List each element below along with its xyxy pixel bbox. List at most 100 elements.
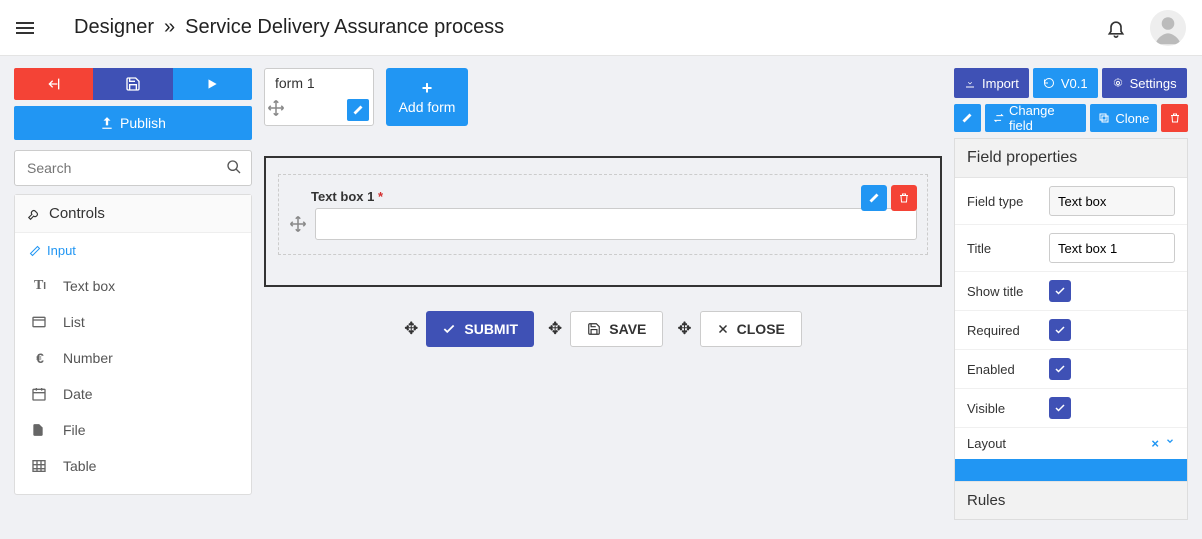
move-icon[interactable]: ✥ xyxy=(548,319,562,339)
show-title-checkbox[interactable] xyxy=(1049,280,1071,302)
publish-label: Publish xyxy=(120,115,166,131)
calendar-icon xyxy=(31,386,49,402)
enabled-checkbox[interactable] xyxy=(1049,358,1071,380)
edit-icon xyxy=(29,245,41,257)
required-checkbox[interactable] xyxy=(1049,319,1071,341)
breadcrumb-current: Service Delivery Assurance process xyxy=(185,16,504,39)
search-input[interactable] xyxy=(14,150,252,186)
trash-icon xyxy=(1169,112,1181,124)
edit-form-button[interactable] xyxy=(347,99,369,121)
move-icon[interactable]: ✥ xyxy=(677,319,691,339)
prop-layout: Layout × xyxy=(955,428,1187,459)
file-icon xyxy=(31,422,49,438)
prop-label: Title xyxy=(967,241,1039,256)
prop-required: Required xyxy=(955,311,1187,350)
layout-clear-icon[interactable]: × xyxy=(1151,436,1159,451)
text-box-input[interactable] xyxy=(315,208,917,240)
euro-icon: € xyxy=(31,350,49,366)
clone-button[interactable]: Clone xyxy=(1090,104,1157,132)
title-input[interactable] xyxy=(1049,233,1175,263)
field-label: Text box 1 * xyxy=(311,189,917,204)
field-properties-panel: Field properties Field type Title Show t… xyxy=(954,138,1188,520)
breadcrumb-sep: » xyxy=(164,16,175,39)
prop-label: Layout xyxy=(967,436,1039,451)
logout-button[interactable] xyxy=(14,68,93,100)
form-canvas: Text box 1 * xyxy=(264,156,942,287)
gear-icon xyxy=(1112,77,1124,89)
control-file[interactable]: File xyxy=(29,412,237,448)
avatar[interactable] xyxy=(1150,10,1186,46)
form-tab-label: form 1 xyxy=(265,69,325,97)
delete-button[interactable] xyxy=(1161,104,1188,132)
submit-button[interactable]: SUBMIT xyxy=(426,311,534,347)
rules-title[interactable]: Rules xyxy=(955,481,1187,519)
visible-checkbox[interactable] xyxy=(1049,397,1071,419)
submit-label: SUBMIT xyxy=(464,321,518,337)
input-section[interactable]: Input xyxy=(29,243,237,258)
breadcrumb: Designer » Service Delivery Assurance pr… xyxy=(74,16,504,39)
move-icon[interactable]: ✥ xyxy=(404,319,418,339)
clone-label: Clone xyxy=(1115,111,1149,126)
swap-icon xyxy=(993,112,1004,124)
form-buttons: ✥ SUBMIT ✥ SAVE ✥ CLOSE xyxy=(264,311,942,347)
control-number[interactable]: € Number xyxy=(29,340,237,376)
prop-label: Required xyxy=(967,323,1039,338)
add-form-button[interactable]: + Add form xyxy=(386,68,468,126)
prop-title: Title xyxy=(955,225,1187,272)
controls-header[interactable]: Controls xyxy=(15,195,251,233)
control-label: File xyxy=(63,422,86,438)
play-button[interactable] xyxy=(173,68,252,100)
version-button[interactable]: V0.1 xyxy=(1033,68,1098,98)
control-date[interactable]: Date xyxy=(29,376,237,412)
history-icon xyxy=(1043,77,1055,89)
table-icon xyxy=(31,458,49,474)
plus-icon: + xyxy=(422,79,433,97)
close-button[interactable]: CLOSE xyxy=(700,311,802,347)
field-type-value xyxy=(1049,186,1175,216)
input-section-label: Input xyxy=(47,243,76,258)
control-label: List xyxy=(63,314,85,330)
add-form-label: Add form xyxy=(399,99,456,115)
control-label: Text box xyxy=(63,278,115,294)
save-label: SAVE xyxy=(609,321,646,337)
settings-label: Settings xyxy=(1130,76,1177,91)
form-save-button[interactable]: SAVE xyxy=(570,311,663,347)
edit-properties-button[interactable] xyxy=(954,104,981,132)
list-icon xyxy=(31,314,49,330)
copy-icon xyxy=(1098,112,1110,124)
search-icon[interactable] xyxy=(226,159,242,175)
import-button[interactable]: Import xyxy=(954,68,1029,98)
search-wrap xyxy=(14,150,252,186)
field-container[interactable]: Text box 1 * xyxy=(278,174,928,255)
control-list[interactable]: List xyxy=(29,304,237,340)
breadcrumb-root[interactable]: Designer xyxy=(74,16,154,39)
prop-label: Show title xyxy=(967,284,1039,299)
controls-title: Controls xyxy=(49,205,105,222)
move-icon[interactable] xyxy=(289,215,307,233)
edit-field-button[interactable] xyxy=(861,185,887,211)
download-icon xyxy=(964,77,976,89)
settings-button[interactable]: Settings xyxy=(1102,68,1187,98)
move-icon[interactable] xyxy=(267,99,285,117)
menu-button[interactable] xyxy=(16,19,34,37)
control-text-box[interactable]: TI Text box xyxy=(29,268,237,304)
controls-panel: Controls Input TI Text box List xyxy=(14,194,252,495)
chevron-down-icon[interactable] xyxy=(1165,436,1175,451)
prop-label: Field type xyxy=(967,194,1039,209)
delete-field-button[interactable] xyxy=(891,185,917,211)
topbar: Designer » Service Delivery Assurance pr… xyxy=(0,0,1202,56)
field-properties-title: Field properties xyxy=(955,139,1187,178)
layout-bar[interactable] xyxy=(955,459,1187,481)
control-table[interactable]: Table xyxy=(29,448,237,484)
control-label: Date xyxy=(63,386,93,402)
save-button[interactable] xyxy=(93,68,172,100)
publish-button[interactable]: Publish xyxy=(14,106,252,140)
change-field-button[interactable]: Change field xyxy=(985,104,1087,132)
bell-icon[interactable] xyxy=(1106,18,1126,38)
wrench-icon xyxy=(27,207,41,221)
prop-enabled: Enabled xyxy=(955,350,1187,389)
pencil-icon xyxy=(961,112,973,124)
close-label: CLOSE xyxy=(737,321,785,337)
form-tab[interactable]: form 1 xyxy=(264,68,374,126)
control-label: Table xyxy=(63,458,96,474)
